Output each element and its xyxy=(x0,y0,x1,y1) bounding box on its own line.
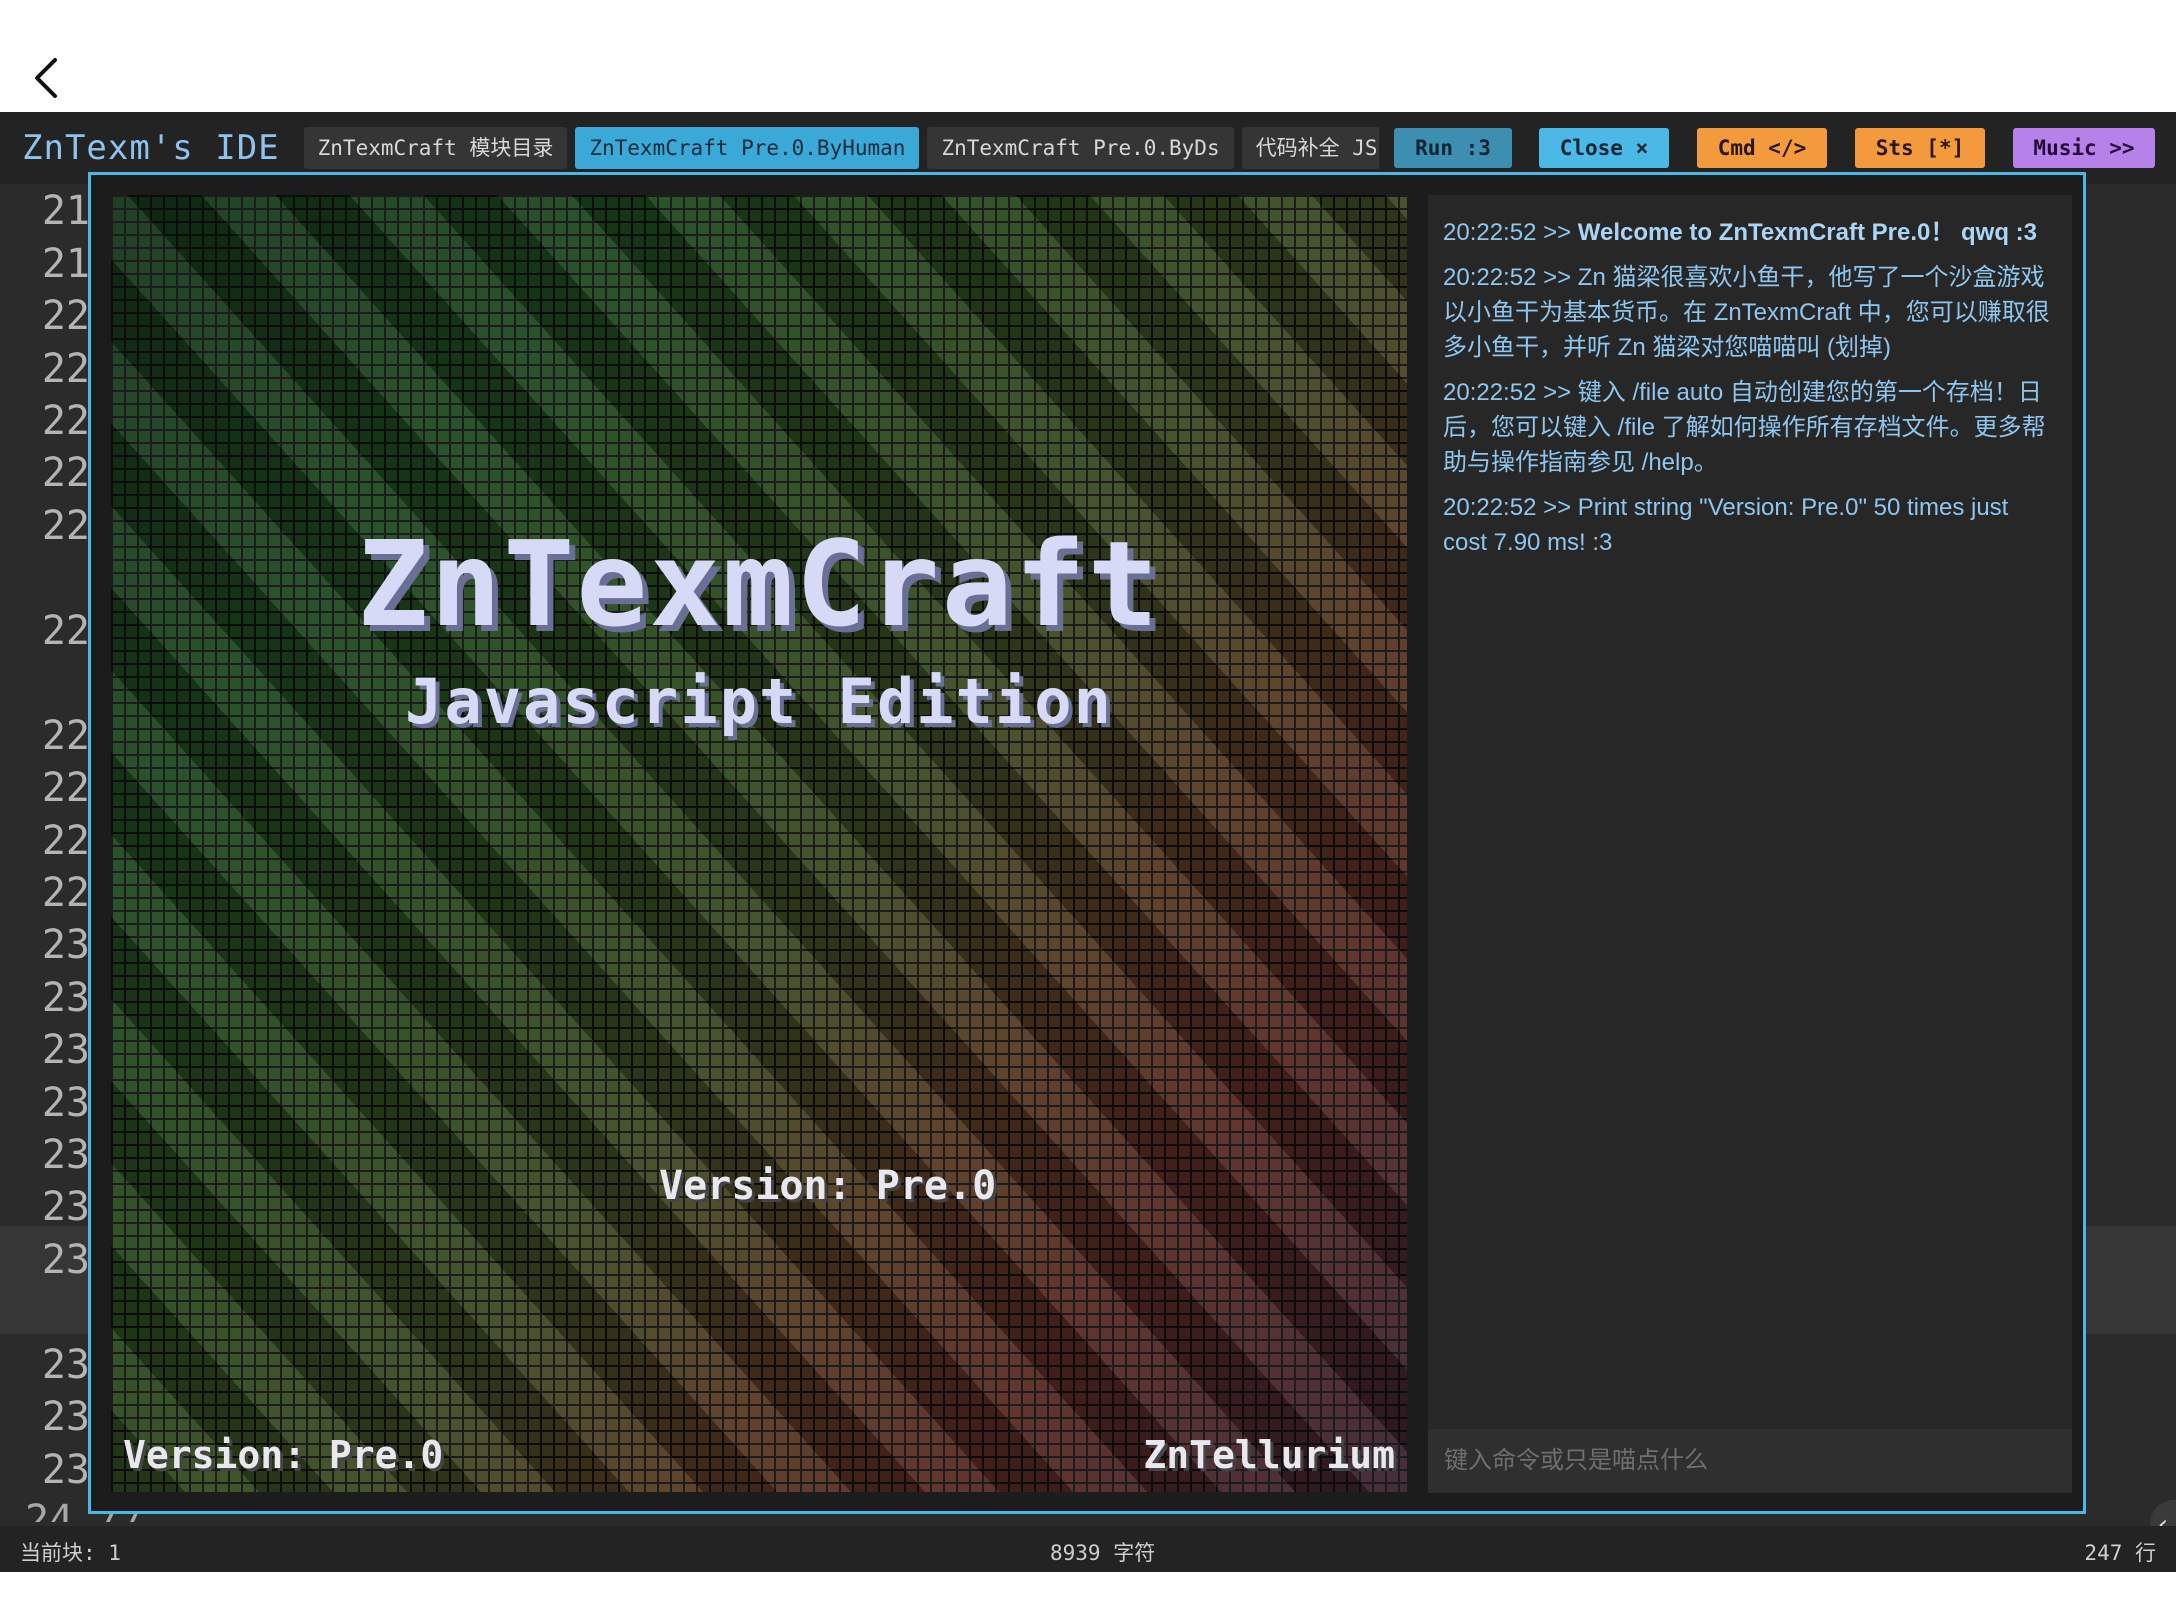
game-run-window: ZnTexmCraft Javascript Edition Version: … xyxy=(88,172,2086,1514)
tab-code-completion[interactable]: 代码补全 JS xyxy=(1241,127,1379,169)
tab-module-catalog[interactable]: ZnTexmCraft 模块目录 xyxy=(303,127,568,169)
char-count: 8939 字符 xyxy=(1050,1541,1156,1565)
ide-window: ZnTexm's IDE ZnTexmCraft 模块目录 ZnTexmCraf… xyxy=(0,112,2176,1572)
log-time: 20:22:52 >> xyxy=(1443,494,1578,521)
line-number: 22 xyxy=(41,818,90,864)
line-count: 247 行 xyxy=(2084,1541,2156,1565)
background-stripes xyxy=(111,195,1407,1492)
line-number: 22 xyxy=(41,398,90,444)
line-number: 23 xyxy=(41,1237,90,1283)
author-label: ZnTellurium xyxy=(1143,1433,1395,1477)
version-label-corner: Version: Pre.0 xyxy=(123,1433,444,1477)
music-button[interactable]: Music >> xyxy=(2013,128,2155,168)
game-subtitle: Javascript Edition xyxy=(405,665,1113,738)
log-entry: 20:22:52 >> 键入 /file auto 自动创建您的第一个存档！日后… xyxy=(1443,375,2055,480)
line-number: 21 xyxy=(41,241,90,287)
line-number: 23 xyxy=(41,1080,90,1126)
line-number: 23 xyxy=(41,1027,90,1073)
back-button[interactable] xyxy=(24,48,68,108)
sts-button[interactable]: Sts [*] xyxy=(1855,128,1985,168)
game-canvas[interactable]: ZnTexmCraft Javascript Edition Version: … xyxy=(111,195,1407,1492)
line-number: 22 xyxy=(41,765,90,811)
log-entry: 20:22:52 >> Zn 猫梁很喜欢小鱼干，他写了一个沙盒游戏以小鱼干为基本… xyxy=(1443,260,2055,365)
log-entry: 20:22:52 >> Welcome to ZnTexmCraft Pre.0… xyxy=(1443,215,2055,250)
log-time: 20:22:52 >> xyxy=(1443,219,1578,246)
close-button[interactable]: Close × xyxy=(1539,128,1669,168)
tab-pre0-byhuman[interactable]: ZnTexmCraft Pre.0.ByHuman xyxy=(575,127,920,169)
console-log: 20:22:52 >> Welcome to ZnTexmCraft Pre.0… xyxy=(1443,215,2055,570)
current-block: 当前块: 1 xyxy=(20,1541,121,1565)
log-time: 20:22:52 >> xyxy=(1443,379,1578,406)
line-number: 22 xyxy=(41,870,90,916)
line-number: 22 xyxy=(41,293,90,339)
line-number: 23 xyxy=(41,922,90,968)
line-number: 23 xyxy=(41,1132,90,1178)
tab-pre0-byds[interactable]: ZnTexmCraft Pre.0.ByDs xyxy=(927,127,1234,169)
line-number: 23 xyxy=(41,1394,90,1440)
line-number: 22 xyxy=(41,450,90,496)
status-bar: 当前块: 1 8939 字符 247 行 xyxy=(0,1526,2176,1572)
line-number: 21 xyxy=(41,188,90,234)
ide-title: ZnTexm's IDE xyxy=(22,128,280,168)
log-time: 20:22:52 >> xyxy=(1443,264,1578,291)
line-number: 23 xyxy=(41,1184,90,1230)
line-number: 23 xyxy=(41,1342,90,1388)
command-input[interactable] xyxy=(1428,1429,2072,1493)
log-text: Welcome to ZnTexmCraft Pre.0！ qwq :3 xyxy=(1577,219,2037,246)
line-number: 22 xyxy=(41,608,90,654)
line-number: 23 xyxy=(41,1447,90,1493)
line-number: 23 xyxy=(41,975,90,1021)
bottom-bar xyxy=(0,1572,2176,1600)
line-number: 22 xyxy=(41,713,90,759)
game-console: 20:22:52 >> Welcome to ZnTexmCraft Pre.0… xyxy=(1428,195,2072,1493)
log-entry: 20:22:52 >> Print string "Version: Pre.0… xyxy=(1443,490,2055,560)
run-button[interactable]: Run :3 xyxy=(1394,128,1512,168)
game-title: ZnTexmCraft xyxy=(357,515,1161,653)
chevron-left-icon xyxy=(35,58,57,98)
version-label-center: Version: Pre.0 xyxy=(659,1163,997,1209)
cmd-button[interactable]: Cmd </> xyxy=(1697,128,1827,168)
line-number-gutter: 21 21 22 22 22 22 22 22 22 22 22 22 23 2… xyxy=(0,184,90,1526)
line-number: 22 xyxy=(41,503,90,549)
top-bar xyxy=(0,0,2176,112)
line-number: 22 xyxy=(41,346,90,392)
